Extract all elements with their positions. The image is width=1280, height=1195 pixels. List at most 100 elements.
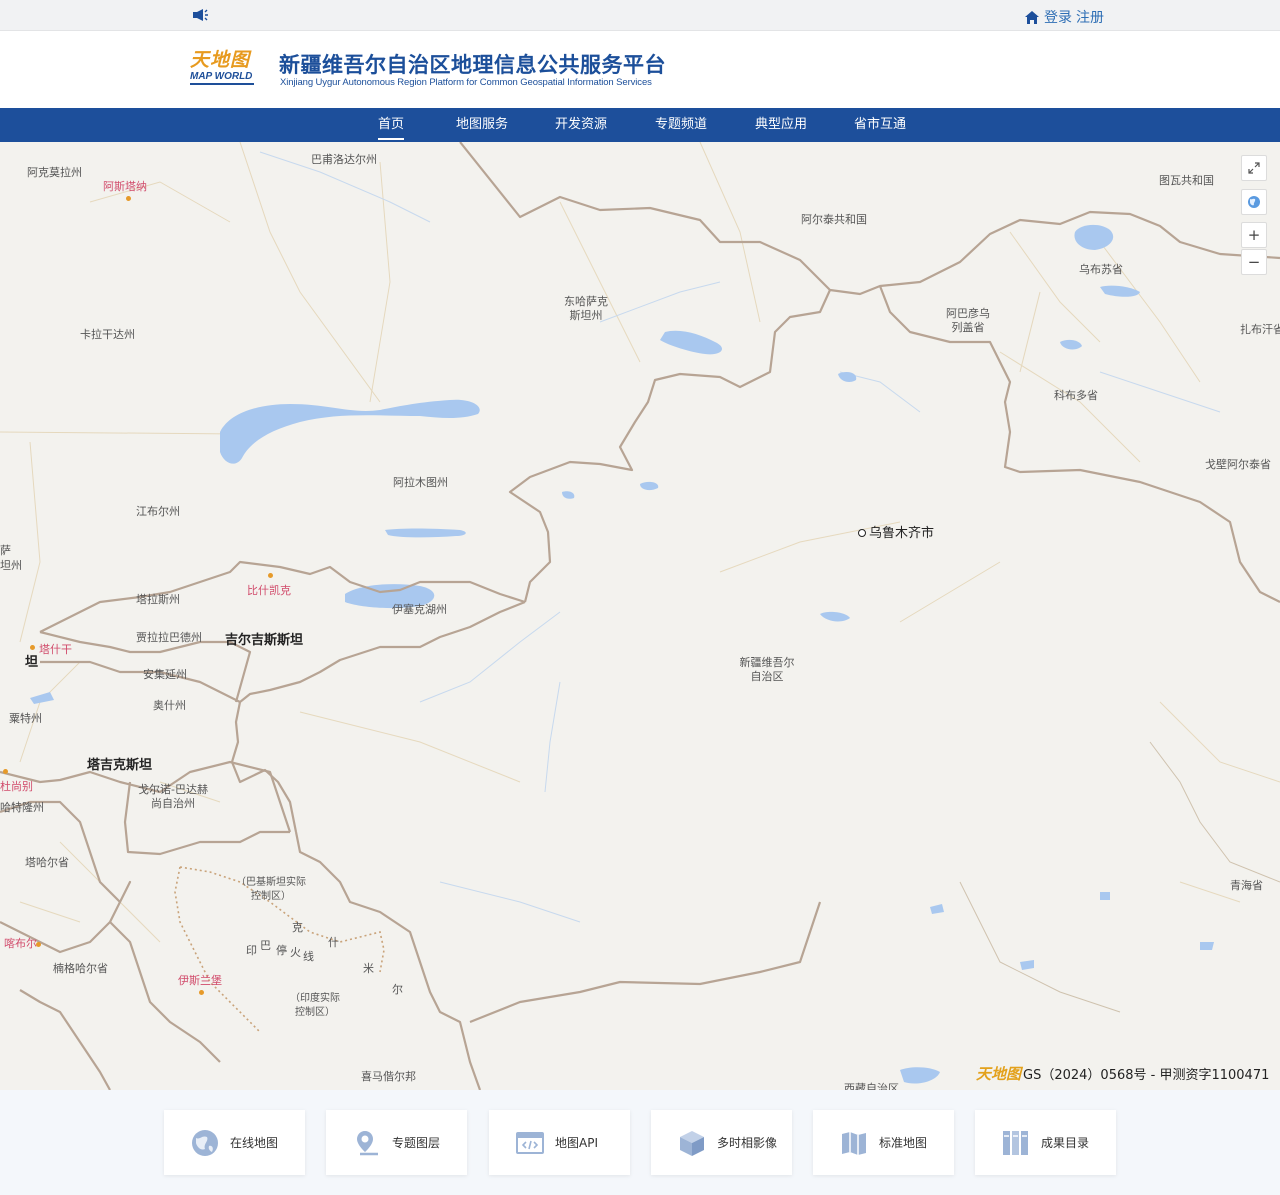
- capital-dot: [199, 990, 204, 995]
- card-online-map[interactable]: 在线地图: [164, 1110, 305, 1175]
- capital-marker-icon: [858, 529, 866, 537]
- card-label: 标准地图: [879, 1136, 928, 1150]
- register-link[interactable]: 注册: [1076, 7, 1104, 27]
- map-label-gbao: 戈尔诺-巴达赫尚自治州: [138, 783, 208, 810]
- nav-item-topics[interactable]: 专题频道: [655, 108, 707, 142]
- map-base-layer: [0, 142, 1280, 1090]
- map-label-bishkek: 比什凯克: [247, 584, 291, 597]
- fullscreen-icon: [1248, 162, 1260, 174]
- map-label-tashkent: 塔什干: [39, 643, 72, 656]
- top-bar: 登录 注册: [0, 0, 1280, 31]
- fullscreen-button[interactable]: [1241, 155, 1267, 181]
- nav-item-dev-resources[interactable]: 开发资源: [555, 108, 607, 142]
- map-label-tuva: 图瓦共和国: [1159, 174, 1214, 187]
- logo-cn-text: 天地图: [190, 49, 251, 71]
- copyright-text: GS（2024）0568号 - 甲测资字1100471: [1023, 1068, 1270, 1083]
- login-link[interactable]: 登录: [1044, 7, 1072, 27]
- map-label-left-edge-bottom: 坦州: [0, 559, 22, 572]
- capital-dot: [3, 769, 8, 774]
- card-catalog[interactable]: 成果目录: [975, 1110, 1116, 1175]
- map-label-tajikistan: 塔吉克斯坦: [87, 758, 153, 773]
- site-title: 新疆维吾尔自治区地理信息公共服务平台: [279, 53, 666, 77]
- tianditu-logo[interactable]: 天地图 MAP WORLD: [190, 49, 260, 91]
- map-label-talas: 塔拉斯州: [136, 593, 180, 606]
- map-label-dushanbe: 杜尚别: [0, 780, 33, 793]
- card-thematic-layers[interactable]: 专题图层: [326, 1110, 467, 1175]
- logo-en-text: MAP WORLD: [190, 71, 254, 85]
- map-label-uvs: 乌布苏省: [1079, 263, 1123, 276]
- code-window-icon: [515, 1128, 545, 1158]
- map-label-bayan-olgii: 阿巴彦乌列盖省: [946, 307, 990, 334]
- map-label-pak-control: （巴基斯坦实际控制区）: [236, 877, 306, 902]
- zoom-in-button[interactable]: +: [1241, 222, 1267, 248]
- map-label-kashmir-6: 巴: [260, 939, 271, 952]
- site-subtitle: Xinjiang Uygur Autonomous Region Platfor…: [280, 77, 652, 88]
- map-label-kyrgyzstan: 吉尔吉斯斯坦: [225, 633, 304, 648]
- map-label-sughd: 粟特州: [9, 712, 42, 725]
- zoom-out-button[interactable]: −: [1241, 249, 1267, 275]
- card-label: 多时相影像: [717, 1136, 778, 1150]
- map-label-left-edge-top: 萨: [0, 544, 11, 557]
- announcement-icon[interactable]: [192, 8, 208, 22]
- map-label-east-kaz: 东哈萨克斯坦州: [564, 295, 608, 322]
- card-multi-temporal[interactable]: 多时相影像: [651, 1110, 792, 1175]
- capital-dot: [126, 196, 131, 201]
- nav-item-map-services[interactable]: 地图服务: [456, 108, 508, 142]
- map-label-jalal: 贾拉拉巴德州: [136, 631, 202, 644]
- capital-dot: [30, 645, 35, 650]
- map-label-kashmir-1: 克: [292, 921, 303, 934]
- map-label-khovd: 科布多省: [1054, 389, 1098, 402]
- capital-dot: [268, 573, 273, 578]
- site-header: 天地图 MAP WORLD 新疆维吾尔自治区地理信息公共服务平台 Xinjian…: [0, 31, 1280, 108]
- map-label-naryn: 安集延州: [143, 668, 187, 681]
- map-label-pavlodar: 巴甫洛达尔州: [311, 153, 377, 166]
- card-label: 成果目录: [1041, 1136, 1090, 1150]
- map-label-karaganda: 卡拉干达州: [80, 328, 135, 341]
- map-label-takhar: 塔哈尔省: [25, 856, 69, 869]
- card-map-api[interactable]: 地图API: [489, 1110, 630, 1175]
- map-label-tibet: 西藏自治区: [844, 1082, 899, 1090]
- map-label-kashmir-7: 停: [276, 944, 287, 957]
- map-copyright: 天地图 GS（2024）0568号 - 甲测资字1100471: [976, 1063, 1269, 1084]
- map-pin-icon: [352, 1128, 382, 1158]
- capital-dot: [36, 942, 41, 947]
- map-label-nangarhar: 楠格哈尔省: [53, 962, 108, 975]
- map-canvas[interactable]: 阿克莫拉州 阿斯塔纳 巴甫洛达尔州 图瓦共和国 阿尔泰共和国 乌布苏省 东哈萨克…: [0, 142, 1280, 1090]
- map-label-ind-control: （印度实际控制区）: [290, 993, 340, 1018]
- map-label-altai-rep: 阿尔泰共和国: [801, 213, 867, 226]
- globe-icon: [1248, 196, 1260, 208]
- map-label-kashmir-2: 什: [328, 936, 339, 949]
- map-label-osh: 奥什州: [153, 699, 186, 712]
- map-label-kashmir-3: 米: [363, 962, 374, 975]
- card-label: 在线地图: [230, 1136, 279, 1150]
- account-links: 登录 注册: [1024, 7, 1104, 27]
- map-label-qinghai: 青海省: [1230, 879, 1263, 892]
- map-label-govi-altai: 戈壁阿尔泰省: [1205, 458, 1271, 471]
- map-label-almaty-reg: 阿拉木图州: [393, 476, 448, 489]
- main-nav: 首页 地图服务 开发资源 专题频道 典型应用 省市互通: [0, 108, 1280, 142]
- cube-icon: [677, 1128, 707, 1158]
- map-label-islamabad: 伊斯兰堡: [178, 974, 222, 987]
- globe-icon: [190, 1128, 220, 1158]
- map-label-kashmir-4: 尔: [392, 983, 403, 996]
- map-label-zhambyl: 江布尔州: [136, 505, 180, 518]
- map-label-kashmir-9: 线: [303, 950, 314, 963]
- basemap-switch-button[interactable]: [1241, 189, 1267, 215]
- map-label-kabul: 喀布尔: [4, 937, 37, 950]
- map-label-himachal: 喜马偕尔邦: [361, 1070, 416, 1083]
- map-label-issyk: 伊塞克湖州: [392, 603, 447, 616]
- home-icon[interactable]: [1024, 10, 1040, 25]
- nav-item-applications[interactable]: 典型应用: [755, 108, 807, 142]
- map-label-urumqi: 乌鲁木齐市: [869, 526, 935, 541]
- map-label-kz-fragment: 坦: [25, 655, 39, 670]
- card-label: 专题图层: [392, 1136, 441, 1150]
- card-label: 地图API: [555, 1136, 598, 1150]
- map-label-akmola: 阿克莫拉州: [27, 166, 82, 179]
- nav-item-home[interactable]: 首页: [378, 108, 405, 142]
- nav-item-provinces[interactable]: 省市互通: [854, 108, 906, 142]
- card-standard-map[interactable]: 标准地图: [813, 1110, 954, 1175]
- map-label-kashmir-8: 火: [290, 946, 301, 959]
- map-label-kashmir-5: 印: [246, 944, 257, 957]
- map-label-astana: 阿斯塔纳: [103, 180, 147, 193]
- map-label-zavkhan: 扎布汗省: [1240, 323, 1280, 336]
